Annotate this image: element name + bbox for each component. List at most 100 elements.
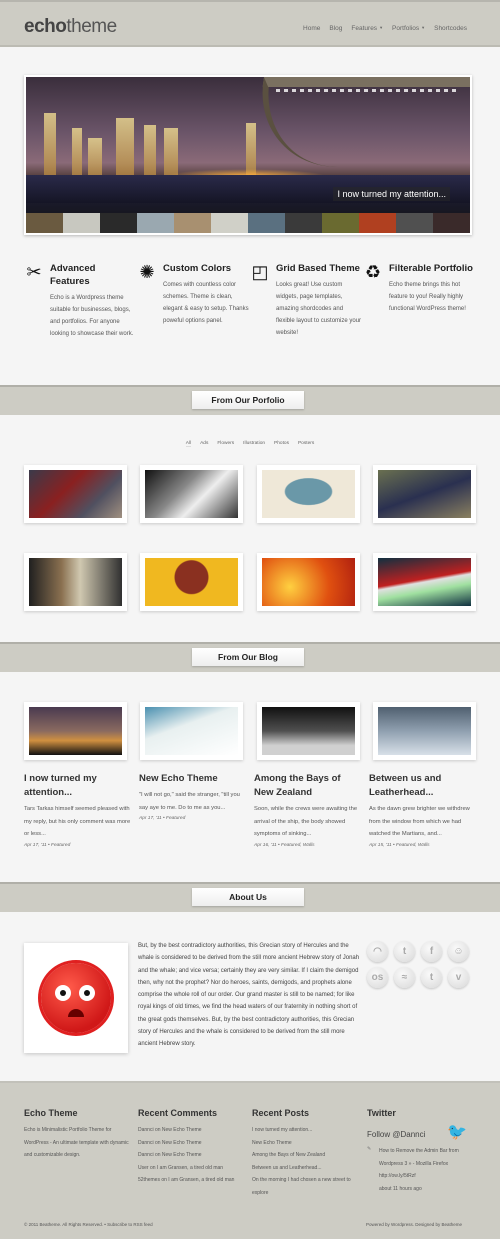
blog-post: I now turned my attention... Tars Tarkas… bbox=[24, 772, 139, 848]
slider-thumb[interactable] bbox=[322, 213, 359, 233]
post-title[interactable]: Among the Bays of New Zealand bbox=[254, 772, 361, 800]
portfolio-image bbox=[377, 558, 471, 606]
blog-post: New Echo Theme "I will not go," said the… bbox=[139, 772, 254, 848]
nav-home[interactable]: Home bbox=[303, 25, 320, 32]
blog-thumb[interactable] bbox=[256, 702, 360, 760]
blog-image bbox=[377, 707, 471, 755]
monster-mouth bbox=[68, 1009, 84, 1017]
site-footer: Echo Theme Echo is Minimalistic Portfoli… bbox=[0, 1081, 500, 1239]
post-link[interactable]: Among the Bays of New Zealand bbox=[252, 1149, 362, 1162]
comment-link[interactable]: User on I am Gransen, a tired old man bbox=[138, 1162, 248, 1175]
skyline-building bbox=[116, 118, 134, 183]
facebook-icon[interactable]: f bbox=[421, 941, 442, 962]
portfolio-item[interactable] bbox=[256, 465, 360, 523]
filter-posters[interactable]: Posters bbox=[298, 441, 314, 447]
portfolio-item[interactable] bbox=[140, 465, 244, 523]
comment-link[interactable]: Dannci on New Echo Theme bbox=[138, 1137, 248, 1150]
refresh-icon: ♻ bbox=[364, 262, 382, 282]
blog-thumb[interactable] bbox=[372, 702, 476, 760]
tweet-link[interactable]: http://ow.ly/5tRzf bbox=[379, 1170, 477, 1183]
slider-thumbnails bbox=[26, 213, 470, 233]
portfolio-image bbox=[261, 470, 355, 518]
twitter-icon[interactable]: t bbox=[394, 941, 415, 962]
chevron-down-icon: ▼ bbox=[379, 25, 384, 30]
nav-shortcodes[interactable]: Shortcodes bbox=[434, 25, 467, 32]
copyright: © 2011 Beatheme. All Rights Reserved. • … bbox=[24, 1222, 153, 1227]
post-link[interactable]: Between us and Leatherhead... bbox=[252, 1162, 362, 1175]
portfolio-item[interactable] bbox=[140, 553, 244, 611]
twitter-follow[interactable]: Follow @Dannci 🐦 bbox=[367, 1124, 477, 1141]
post-excerpt: Soon, while the crews were awaiting the … bbox=[254, 806, 358, 837]
footer-echo: Echo Theme Echo is Minimalistic Portfoli… bbox=[24, 1108, 129, 1158]
post-title[interactable]: New Echo Theme bbox=[139, 772, 246, 786]
slider-thumb[interactable] bbox=[359, 213, 396, 233]
portfolio-item[interactable] bbox=[372, 465, 476, 523]
footer-twitter: Twitter Follow @Dannci 🐦 ✎ How to Remove … bbox=[367, 1108, 477, 1195]
filter-photos[interactable]: Photos bbox=[274, 441, 289, 447]
myspace-icon[interactable]: ≈ bbox=[394, 967, 415, 988]
post-link[interactable]: I now turned my attention... bbox=[252, 1124, 362, 1137]
portfolio-item[interactable] bbox=[256, 553, 360, 611]
portfolio-item[interactable] bbox=[24, 553, 127, 611]
avatar bbox=[24, 943, 128, 1053]
portfolio-filters: All Ads Flowers Illustration Photos Post… bbox=[0, 441, 500, 447]
post-title[interactable]: I now turned my attention... bbox=[24, 772, 131, 800]
slider-thumb[interactable] bbox=[285, 213, 322, 233]
tweet-text: How to Remove the Admin Bar from Wordpre… bbox=[379, 1148, 459, 1167]
portfolio-image bbox=[29, 558, 122, 606]
portfolio-item[interactable] bbox=[372, 553, 476, 611]
blog-thumb[interactable] bbox=[24, 702, 127, 760]
slider-thumb[interactable] bbox=[248, 213, 285, 233]
slider-caption[interactable]: I now turned my attention... bbox=[333, 187, 450, 201]
post-excerpt: Tars Tarkas himself seemed pleased with … bbox=[24, 806, 131, 837]
filter-flowers[interactable]: Flowers bbox=[217, 441, 234, 447]
comment-link[interactable]: Dannci on New Echo Theme bbox=[138, 1124, 248, 1137]
digg-icon[interactable]: ☺ bbox=[448, 941, 469, 962]
portfolio-row-1 bbox=[24, 465, 476, 523]
portfolio-band: From Our Porfolio bbox=[0, 385, 500, 415]
hero-slider[interactable]: I now turned my attention... bbox=[24, 75, 472, 235]
filter-all[interactable]: All bbox=[185, 441, 192, 447]
nav-features[interactable]: Features ▼ bbox=[351, 25, 383, 32]
slider-thumb[interactable] bbox=[63, 213, 100, 233]
vimeo-icon[interactable]: v bbox=[448, 967, 469, 988]
post-title[interactable]: Between us and Leatherhead... bbox=[369, 772, 476, 800]
comment-link[interactable]: Dannci on New Echo Theme bbox=[138, 1149, 248, 1162]
portfolio-image bbox=[29, 470, 122, 518]
portfolio-image bbox=[145, 558, 239, 606]
slider-thumb[interactable] bbox=[174, 213, 211, 233]
main-nav: Home Blog Features ▼ Portfolios ▼ Shortcod… bbox=[303, 25, 467, 32]
post-excerpt: "I will not go," said the stranger, "til… bbox=[139, 792, 240, 811]
tumblr-icon[interactable]: t bbox=[421, 967, 442, 988]
slider-thumb[interactable] bbox=[433, 213, 470, 233]
comment-link[interactable]: 52themes on I am Gransen, a tired old ma… bbox=[138, 1174, 248, 1187]
features-row: ✂ Advanced Features Echo is a Wordpress … bbox=[24, 262, 476, 340]
tweet: ✎ How to Remove the Admin Bar from Wordp… bbox=[367, 1145, 477, 1195]
portfolio-item[interactable] bbox=[24, 465, 127, 523]
bridge-lights bbox=[276, 89, 456, 92]
slider-thumb[interactable] bbox=[137, 213, 174, 233]
filter-illustration[interactable]: Illustration bbox=[243, 441, 265, 447]
post-link[interactable]: New Echo Theme bbox=[252, 1137, 362, 1150]
blog-thumb[interactable] bbox=[140, 702, 244, 760]
slider-thumb[interactable] bbox=[100, 213, 137, 233]
feature-colors: ✺ Custom Colors Comes with countless col… bbox=[137, 262, 250, 340]
rss-icon[interactable]: ◠ bbox=[367, 941, 388, 962]
site-header: echotheme Home Blog Features ▼ Portfolios… bbox=[0, 0, 500, 47]
monster-mascot bbox=[41, 963, 111, 1033]
slider-thumb[interactable] bbox=[211, 213, 248, 233]
blog-image bbox=[29, 707, 122, 755]
site-logo[interactable]: echotheme bbox=[24, 16, 117, 38]
nav-portfolios[interactable]: Portfolios ▼ bbox=[392, 25, 425, 32]
blog-post: Between us and Leatherhead... As the daw… bbox=[369, 772, 484, 848]
filter-ads[interactable]: Ads bbox=[200, 441, 208, 447]
about-heading: About Us bbox=[192, 888, 304, 906]
monster-eye bbox=[79, 985, 95, 1001]
nav-blog[interactable]: Blog bbox=[329, 25, 342, 32]
slider-thumb[interactable] bbox=[26, 213, 63, 233]
slider-thumb[interactable] bbox=[396, 213, 433, 233]
portfolio-row-2 bbox=[24, 553, 476, 611]
lastfm-icon[interactable]: os bbox=[367, 967, 388, 988]
post-link[interactable]: On the morning I had chosen a new street… bbox=[252, 1174, 362, 1199]
blog-image bbox=[145, 707, 239, 755]
